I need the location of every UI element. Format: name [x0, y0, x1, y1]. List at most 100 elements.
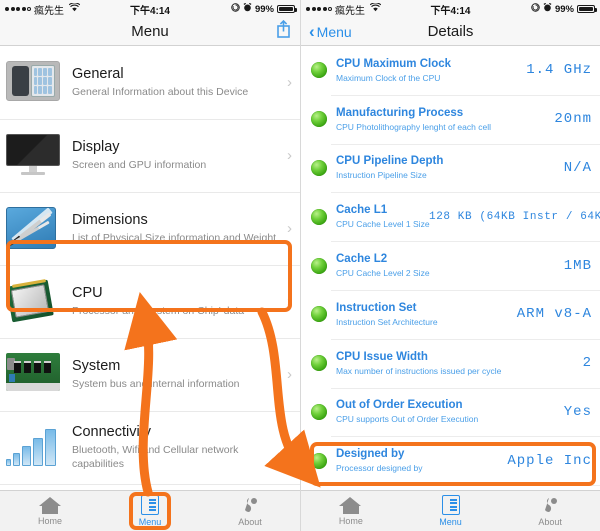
- detail-title: Manufacturing Process: [336, 106, 464, 119]
- detail-subtitle: CPU supports Out of Order Execution: [336, 414, 479, 425]
- detail-value: Apple Inc: [507, 452, 592, 469]
- detail-text: CPU Pipeline Depth Instruction Pipeline …: [336, 155, 443, 180]
- detail-value: 1.4 GHz: [526, 62, 592, 79]
- chevron-left-icon: ‹: [309, 22, 315, 41]
- home-icon: [38, 496, 62, 514]
- wifi-icon: [68, 2, 81, 15]
- menu-item-cpu[interactable]: CPU Processor and 'System on Chip' data …: [0, 265, 300, 338]
- detail-row-cpu-issue-width[interactable]: CPU Issue Width Max number of instructio…: [301, 338, 600, 388]
- tab-about[interactable]: About: [200, 491, 300, 531]
- tab-home[interactable]: Home: [301, 491, 401, 531]
- tab-label: About: [238, 516, 262, 527]
- cpu-chip-icon: [6, 278, 60, 324]
- detail-value: N/A: [563, 159, 592, 176]
- menu-item-text: Display Screen and GPU information: [72, 139, 281, 172]
- menu-item-subtitle: General Information about this Device: [72, 85, 249, 98]
- menu-item-title: Connectivity: [72, 423, 151, 440]
- detail-row-cache-l1[interactable]: Cache L1 CPU Cache Level 1 Size 128 KB (…: [301, 192, 600, 241]
- rotation-lock-icon: [231, 3, 240, 15]
- tab-menu[interactable]: Menu: [401, 491, 501, 531]
- about-icon: [540, 496, 560, 515]
- left-phone-screen: 瘋先生 下午4:14 99% Menu General General Info…: [0, 0, 300, 531]
- tab-label: Menu: [439, 517, 462, 527]
- menu-item-text: System System bus and internal informati…: [72, 358, 281, 391]
- circuit-board-icon: [6, 352, 60, 397]
- status-bar-right-group: 99%: [231, 2, 297, 15]
- tab-label: Home: [338, 515, 363, 526]
- menu-item-text: Connectivity Bluetooth, Wifi and Cellula…: [72, 424, 281, 471]
- detail-title: Instruction Set: [336, 301, 417, 314]
- alarm-icon: [243, 2, 252, 15]
- ruler-pencil-icon: [6, 206, 60, 251]
- detail-subtitle: Instruction Pipeline Size: [336, 170, 427, 181]
- menu-item-subtitle: System bus and internal information: [72, 377, 240, 390]
- menu-item-general[interactable]: General General Information about this D…: [0, 46, 300, 119]
- menu-list[interactable]: General General Information about this D…: [0, 46, 300, 531]
- detail-text: Manufacturing Process CPU Photolithograp…: [336, 107, 491, 132]
- tab-about[interactable]: About: [500, 491, 600, 531]
- detail-title: Cache L2: [336, 253, 388, 266]
- chevron-right-icon: ›: [287, 220, 292, 237]
- detail-value: 1MB: [563, 257, 592, 274]
- detail-row-manufacturing-process[interactable]: Manufacturing Process CPU Photolithograp…: [301, 94, 600, 144]
- detail-title: CPU Pipeline Depth: [336, 155, 444, 168]
- carrier-label: 瘋先生: [335, 5, 365, 17]
- dual-screenshot-composite: 瘋先生 下午4:14 99% Menu General General Info…: [0, 0, 600, 531]
- chevron-right-icon: ›: [287, 74, 292, 91]
- detail-row-instruction-set[interactable]: Instruction Set Instruction Set Architec…: [301, 289, 600, 339]
- green-led-icon: [311, 111, 327, 128]
- menu-item-system[interactable]: System System bus and internal informati…: [0, 338, 300, 411]
- page-title-menu: Menu: [131, 23, 169, 40]
- menu-item-dimensions[interactable]: Dimensions List of Physical Size informa…: [0, 192, 300, 265]
- details-list[interactable]: CPU Maximum Clock Maximum Clock of the C…: [301, 46, 600, 522]
- detail-subtitle: CPU Photolithography lenght of each cell: [336, 121, 491, 132]
- menu-item-subtitle: Bluetooth, Wifi and Cellular network cap…: [72, 443, 239, 470]
- back-button-menu[interactable]: ‹ Menu: [309, 23, 352, 40]
- menu-item-display[interactable]: Display Screen and GPU information ›: [0, 119, 300, 192]
- detail-row-designed-by[interactable]: Designed by Processor designed by Apple …: [301, 436, 600, 485]
- green-led-icon: [311, 403, 327, 420]
- battery-percent-label: 99%: [554, 3, 574, 15]
- tab-label: About: [538, 516, 562, 527]
- detail-text: Instruction Set Instruction Set Architec…: [336, 302, 438, 327]
- detail-title: Cache L1: [336, 204, 388, 217]
- detail-text: CPU Maximum Clock Maximum Clock of the C…: [336, 58, 451, 83]
- detail-row-cpu-maximum-clock[interactable]: CPU Maximum Clock Maximum Clock of the C…: [301, 46, 600, 95]
- share-icon[interactable]: [275, 19, 292, 44]
- green-led-icon: [311, 257, 327, 274]
- green-led-icon: [311, 452, 327, 469]
- about-icon: [240, 496, 260, 515]
- battery-icon: [577, 5, 597, 13]
- detail-value: 128 KB (64KB Instr / 64KB: [429, 210, 600, 223]
- tab-menu[interactable]: Menu: [100, 491, 200, 531]
- status-bar-right: 瘋先生 下午4:14 99%: [301, 0, 600, 18]
- device-general-icon: [6, 60, 60, 105]
- detail-row-out-of-order-execution[interactable]: Out of Order Execution CPU supports Out …: [301, 387, 600, 437]
- detail-value: ARM v8-A: [516, 306, 592, 323]
- wifi-icon: [369, 2, 382, 15]
- detail-text: Out of Order Execution CPU supports Out …: [336, 399, 478, 424]
- status-bar-left-group: 瘋先生: [5, 2, 81, 17]
- detail-title: CPU Maximum Clock: [336, 57, 452, 70]
- detail-subtitle: Processor designed by: [336, 463, 423, 474]
- green-led-icon: [311, 208, 327, 225]
- detail-subtitle: Max number of instructions issued per cy…: [336, 365, 502, 376]
- tab-home[interactable]: Home: [0, 491, 100, 531]
- rotation-lock-icon: [531, 3, 540, 15]
- detail-row-cache-l2[interactable]: Cache L2 CPU Cache Level 2 Size 1MB: [301, 241, 600, 290]
- tab-bar-left[interactable]: Home Menu About: [0, 490, 300, 531]
- menu-item-subtitle: Processor and 'System on Chip' data: [72, 304, 245, 317]
- menu-item-text: Dimensions List of Physical Size informa…: [72, 212, 281, 245]
- tab-bar-right[interactable]: Home Menu About: [301, 490, 600, 531]
- menu-item-connectivity[interactable]: Connectivity Bluetooth, Wifi and Cellula…: [0, 411, 300, 484]
- chevron-right-icon: ›: [287, 147, 292, 164]
- detail-subtitle: Instruction Set Architecture: [336, 316, 438, 327]
- detail-title: Designed by: [336, 448, 405, 461]
- menu-item-title: Dimensions: [72, 211, 148, 228]
- alarm-icon: [543, 2, 552, 15]
- detail-value: 20nm: [554, 111, 592, 128]
- detail-row-cpu-pipeline-depth[interactable]: CPU Pipeline Depth Instruction Pipeline …: [301, 143, 600, 193]
- green-led-icon: [311, 355, 327, 372]
- menu-item-text: CPU Processor and 'System on Chip' data: [72, 285, 281, 318]
- battery-icon: [277, 5, 297, 13]
